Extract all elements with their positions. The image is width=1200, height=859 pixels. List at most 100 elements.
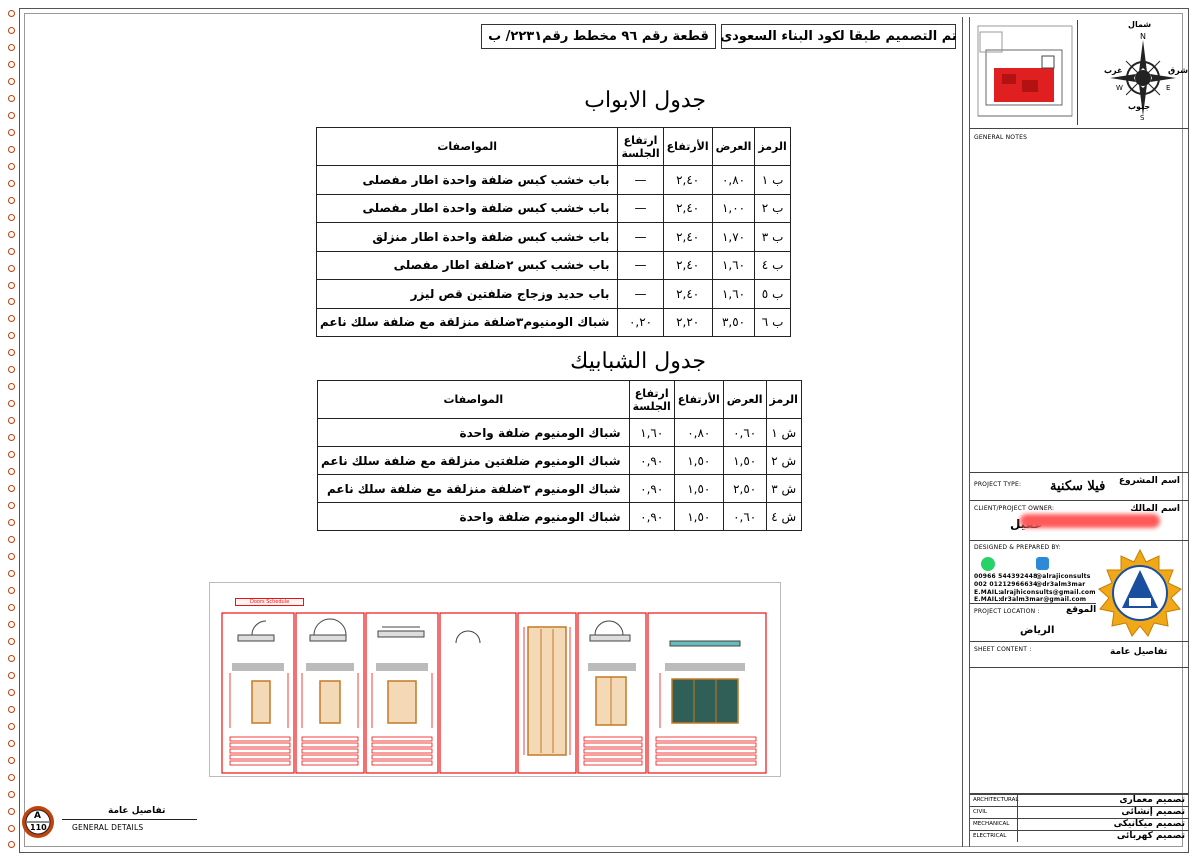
gear-icon	[22, 806, 54, 838]
plot-info-box: قطعة رقم ٩٦ مخطط رقم٢٢٣١/ ب	[481, 24, 716, 49]
sheet-content-label: SHEET CONTENT :	[974, 646, 1032, 653]
discipline-civil: CIVIL تصميم إنشائى	[970, 806, 1189, 817]
col-code: الرمز	[754, 127, 791, 166]
code-note-box: تم التصميم طبقا لكود البناء السعودى	[720, 24, 957, 49]
compass-e: E	[1166, 84, 1171, 92]
discipline-en: MECHANICAL	[973, 821, 1010, 827]
twitter-icon	[1036, 557, 1049, 570]
key-plan-drawing	[977, 25, 1073, 117]
col-height: الأرتفاع	[673, 380, 724, 419]
discipline-en: ELECTRICAL	[973, 833, 1007, 839]
phone-1: 00966 544392448	[974, 573, 1038, 580]
project-type-ar-label: اسم المشروع	[1118, 476, 1180, 486]
binder-rings-left	[6, 6, 16, 853]
compass-s: S	[1140, 114, 1145, 122]
discipline-electrical: ELECTRICAL تصميم كهربائى	[970, 830, 1189, 841]
cell-sill: ٠,٩٠	[628, 446, 675, 475]
rule-client	[970, 500, 1189, 501]
cell-specs: شباك الومنيوم ضلفتين منزلقة مع ضلفة سلك …	[317, 446, 630, 475]
cell-sill: ١,٦٠	[628, 418, 675, 447]
table-header-row: الرمز العرض الأرتفاع ارتفاع الجلسة الموا…	[315, 127, 791, 166]
cell-specs: باب خشب كبس ضلفة واحدة اطار مفصلى	[315, 193, 619, 223]
cell-sill: —	[617, 193, 664, 223]
plot-info: قطعة رقم ٩٦ مخطط رقم٢٢٣١/ ب	[488, 29, 709, 44]
designed-by-label: DESIGNED & PREPARED BY:	[974, 544, 1061, 551]
discipline-ar: تصميم إنشائى	[1121, 807, 1185, 817]
cell-width: ١,٠٠	[711, 193, 756, 223]
cell-height: ٢,٤٠	[662, 193, 713, 223]
cell-width: ٠,٦٠	[722, 418, 767, 447]
cell-code: ب ٦	[754, 307, 791, 337]
discipline-ar: تصميم معمارى	[1119, 795, 1185, 805]
doors-elevation-drawing: Doors Schedule	[209, 582, 781, 777]
cell-width: ١,٦٠	[711, 279, 756, 309]
phone-2: 002 01212966634	[974, 581, 1038, 588]
cell-specs: باب خشب كبس ٢ضلفة اطار مفصلى	[315, 250, 619, 280]
cell-specs: شباك الومنيوم٣ضلفة منزلقة مع ضلفة سلك نا…	[315, 307, 619, 337]
rule-project-type	[970, 472, 1189, 473]
client-ar-label: اسم المالك	[1130, 504, 1180, 514]
table-row: ب ٣ ١,٧٠ ٢,٤٠— باب خشب كبس ضلفة واحدة اطار …	[315, 222, 791, 252]
windows-schedule-title: جدول الشبابيك	[570, 349, 706, 374]
email-2: dr3alm3mar@gmail.com	[1000, 596, 1087, 603]
email-1-label: E.MAIL:	[974, 589, 1001, 596]
table-row: ب ٥ ١,٦٠ ٢,٤٠— باب حديد وزجاج ضلفتين قص ليز…	[315, 279, 791, 309]
col-specs: المواصفات	[317, 380, 630, 419]
cell-sill: —	[617, 222, 664, 252]
cell-code: ش ٢	[765, 446, 802, 475]
client-name-redaction	[1020, 514, 1160, 528]
key-plan	[972, 20, 1078, 125]
table-header-row: الرمز العرض الأرتفاع ارتفاع الجلسة الموا…	[317, 380, 802, 419]
cell-code: ب ٣	[754, 222, 791, 252]
cell-specs: شباك الومنيوم ضلفة واحدة	[317, 502, 630, 531]
compass-south-ar: جنوب	[1128, 102, 1151, 111]
cell-height: ٢,٤٠	[662, 165, 713, 195]
sheet-title-rule	[62, 819, 197, 820]
discipline-architectural: ARCHITECTURAL تصميم معمارى	[970, 794, 1189, 805]
cell-height: ٢,٢٠	[662, 307, 713, 337]
client-label: CLIENT/PROJECT OWNER:	[974, 505, 1055, 512]
general-notes-label: GENERAL NOTES	[974, 134, 1028, 141]
location-value: الرياض	[1020, 625, 1055, 636]
cell-height: ١,٥٠	[673, 502, 724, 531]
discipline-en: CIVIL	[973, 809, 987, 815]
cell-code: ب ٥	[754, 279, 791, 309]
rule-designed	[970, 540, 1189, 541]
cell-code: ش ٣	[765, 474, 802, 503]
cell-width: ٢,٥٠	[722, 474, 767, 503]
compass-west-ar: غرب	[1104, 66, 1123, 75]
elevation-svg	[221, 612, 767, 774]
north-arrow: شمال N شرق غرب W E جنوب S	[1104, 20, 1188, 125]
rule-keyplan	[970, 128, 1189, 129]
col-height: الأرتفاع	[662, 127, 713, 166]
table-row: ش ٣ ٢,٥٠ ١,٥٠ ٠,٩٠ شباك الومنيوم ٣ضلفة منزلق…	[317, 474, 802, 503]
doors-schedule-table: الرمز العرض الأرتفاع ارتفاع الجلسة الموا…	[315, 127, 791, 337]
rule-sheet	[970, 641, 1189, 642]
whatsapp-icon	[981, 557, 995, 571]
code-note: تم التصميم طبقا لكود البناء السعودى	[720, 29, 957, 44]
discipline-ar: تصميم كهربائى	[1116, 831, 1185, 841]
sheet-letter: A	[34, 811, 41, 821]
handle-1: @alrajiconsults	[1036, 573, 1091, 580]
cell-height: ٢,٤٠	[662, 222, 713, 252]
project-type-value: فيلا سكنية	[1050, 479, 1106, 494]
sheet-number-badge: A 110	[20, 804, 56, 840]
discipline-ar: تصميم ميكانيكى	[1113, 819, 1185, 829]
cell-code: ب ١	[754, 165, 791, 195]
cell-code: ب ٢	[754, 193, 791, 223]
cell-sill: ٠,٩٠	[628, 502, 675, 531]
windows-schedule-table: الرمز العرض الأرتفاع ارتفاع الجلسة الموا…	[317, 380, 802, 531]
discipline-column-divider	[1017, 794, 1018, 842]
project-type-label: PROJECT TYPE:	[974, 481, 1022, 488]
compass-east-ar: شرق	[1168, 66, 1188, 75]
cell-sill: —	[617, 250, 664, 280]
cell-width: ١,٧٠	[711, 222, 756, 252]
title-block-divider	[962, 17, 963, 847]
cell-specs: باب خشب كبس ضلفة واحدة اطار منزلق	[315, 222, 619, 252]
title-block-divider-inner	[969, 17, 970, 847]
cell-height: ١,٥٠	[673, 446, 724, 475]
discipline-mechanical: MECHANICAL تصميم ميكانيكى	[970, 818, 1189, 829]
doors-schedule-title: جدول الابواب	[584, 88, 706, 113]
compass-w: W	[1116, 84, 1124, 92]
cell-sill: ٠,٩٠	[628, 474, 675, 503]
